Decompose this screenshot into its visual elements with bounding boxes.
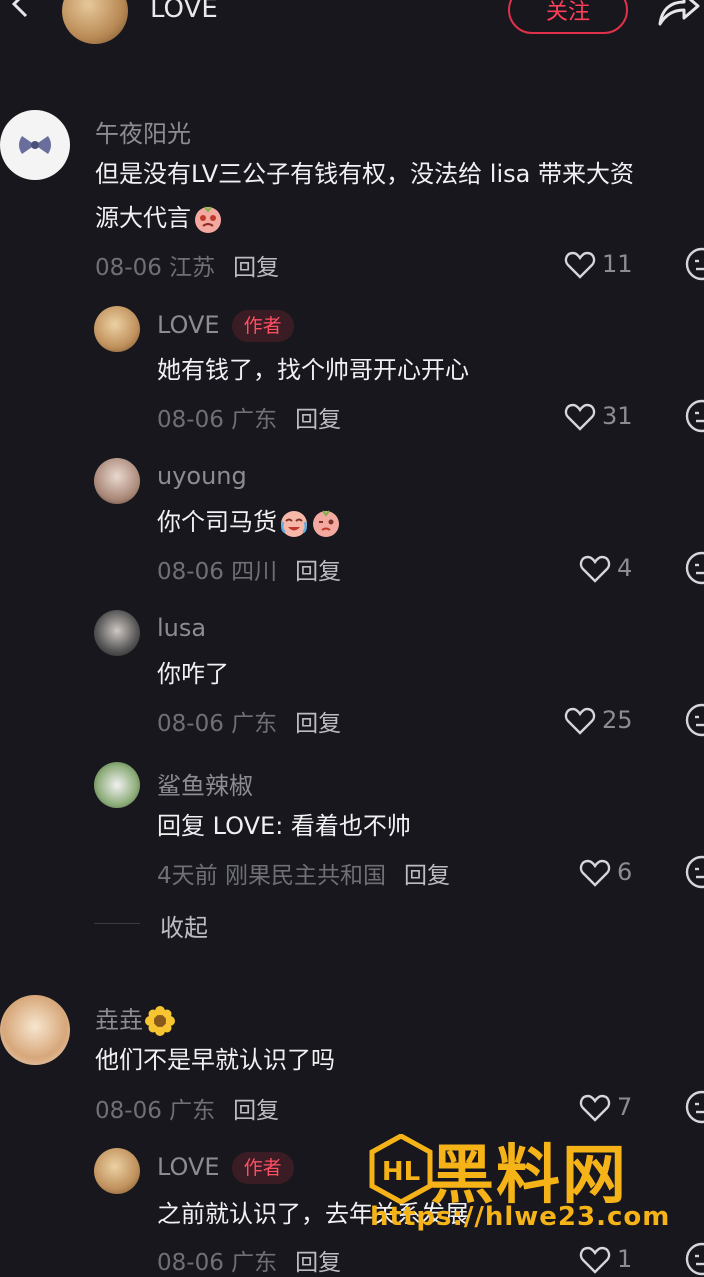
avatar[interactable]	[62, 0, 128, 44]
emoji-reaction-icon[interactable]	[684, 702, 704, 738]
heart-icon	[564, 403, 596, 431]
heart-icon	[564, 707, 596, 735]
emoji-reaction-icon[interactable]	[684, 550, 704, 586]
author-badge: 作者	[231, 1152, 294, 1184]
avatar[interactable]	[0, 995, 70, 1065]
like-count: 6	[617, 858, 633, 886]
heart-icon	[579, 555, 611, 583]
reply-button[interactable]: 回复	[233, 1098, 279, 1124]
like-button[interactable]: 1	[579, 1241, 632, 1277]
sunflower-icon	[145, 1006, 175, 1036]
reply-button[interactable]: 回复	[404, 863, 450, 889]
reply-text: 她有钱了，找个帅哥开心开心	[157, 356, 469, 384]
emoji-reaction-icon[interactable]	[684, 1241, 704, 1277]
like-count: 31	[602, 402, 633, 430]
comment-author[interactable]: 午夜阳光	[95, 114, 191, 149]
heart-icon	[579, 1246, 611, 1274]
back-icon[interactable]	[4, 0, 44, 40]
emoji-reaction-icon[interactable]	[684, 246, 704, 282]
comment-text: 但是没有LV三公子有钱有权，没法给 lisa 带来大资	[95, 160, 634, 188]
wink-emoji-icon	[311, 508, 341, 538]
avatar[interactable]	[94, 610, 140, 656]
follow-button[interactable]: 关注	[508, 0, 628, 34]
reply-meta: 4天前 刚果民主共和国 回复	[157, 863, 450, 889]
top-bar: LOVE 关注	[0, 0, 704, 60]
avatar[interactable]	[0, 110, 70, 180]
reply-author[interactable]: lusa	[157, 614, 206, 642]
svg-text:HL: HL	[382, 1157, 420, 1187]
comment-meta: 08-06 广东 回复	[95, 1098, 280, 1124]
author-badge: 作者	[231, 310, 294, 342]
heart-icon	[579, 859, 611, 887]
reply-button[interactable]: 回复	[233, 255, 279, 281]
reply-meta: 08-06 四川 回复	[157, 559, 342, 585]
watermark: HL 黑料网 https://hlwe23.com	[360, 1130, 680, 1240]
reply-text: 你个司马货	[157, 500, 341, 544]
reply-button[interactable]: 回复	[295, 559, 341, 585]
comment-text: 他们不是早就认识了吗	[95, 1046, 335, 1074]
avatar[interactable]	[94, 458, 140, 504]
comment-author[interactable]: 垚垚	[95, 1000, 175, 1036]
like-button[interactable]: 11	[564, 246, 633, 282]
page-title: LOVE	[150, 0, 218, 24]
reply-author[interactable]: 鲨鱼辣椒	[157, 766, 253, 801]
reply-button[interactable]: 回复	[295, 407, 341, 433]
heart-icon	[579, 1094, 611, 1122]
like-count: 7	[617, 1093, 633, 1121]
emoji-reaction-icon[interactable]	[684, 398, 704, 434]
reply-meta: 08-06 广东 回复	[157, 711, 342, 737]
avatar[interactable]	[94, 762, 140, 808]
avatar[interactable]	[94, 306, 140, 352]
collapse-replies-button[interactable]: 收起	[160, 908, 208, 943]
divider	[94, 923, 140, 924]
bow-icon	[19, 136, 51, 154]
reply-author[interactable]: LOVE 作者	[157, 310, 294, 342]
reply-author[interactable]: LOVE 作者	[157, 1152, 294, 1184]
emoji-reaction-icon[interactable]	[684, 1089, 704, 1125]
share-icon[interactable]	[656, 0, 702, 32]
like-button[interactable]: 31	[564, 398, 633, 434]
watermark-logo-icon: HL	[369, 1134, 433, 1204]
reply-button[interactable]: 回复	[295, 1250, 341, 1276]
reply-meta: 08-06 广东 回复	[157, 1250, 342, 1276]
crying-emoji-icon	[193, 204, 223, 234]
like-count: 4	[617, 554, 633, 582]
like-count: 25	[602, 706, 633, 734]
reply-button[interactable]: 回复	[295, 711, 341, 737]
reply-meta: 08-06 广东 回复	[157, 407, 342, 433]
reply-text: 回复 LOVE: 看着也不帅	[157, 812, 411, 840]
comment-meta: 08-06 江苏 回复	[95, 255, 280, 281]
like-button[interactable]: 7	[579, 1089, 632, 1125]
avatar[interactable]	[94, 1148, 140, 1194]
emoji-reaction-icon[interactable]	[684, 854, 704, 890]
like-button[interactable]: 4	[579, 550, 632, 586]
like-button[interactable]: 25	[564, 702, 633, 738]
like-button[interactable]: 6	[579, 854, 632, 890]
laughing-crying-emoji-icon	[279, 508, 309, 538]
watermark-url: https://hlwe23.com	[370, 1202, 671, 1232]
like-count: 1	[617, 1245, 633, 1273]
reply-author[interactable]: uyoung	[157, 462, 247, 490]
like-count: 11	[602, 250, 633, 278]
reply-text: 你咋了	[157, 660, 229, 688]
heart-icon	[564, 251, 596, 279]
comment-text-line-2: 源大代言	[95, 196, 223, 240]
